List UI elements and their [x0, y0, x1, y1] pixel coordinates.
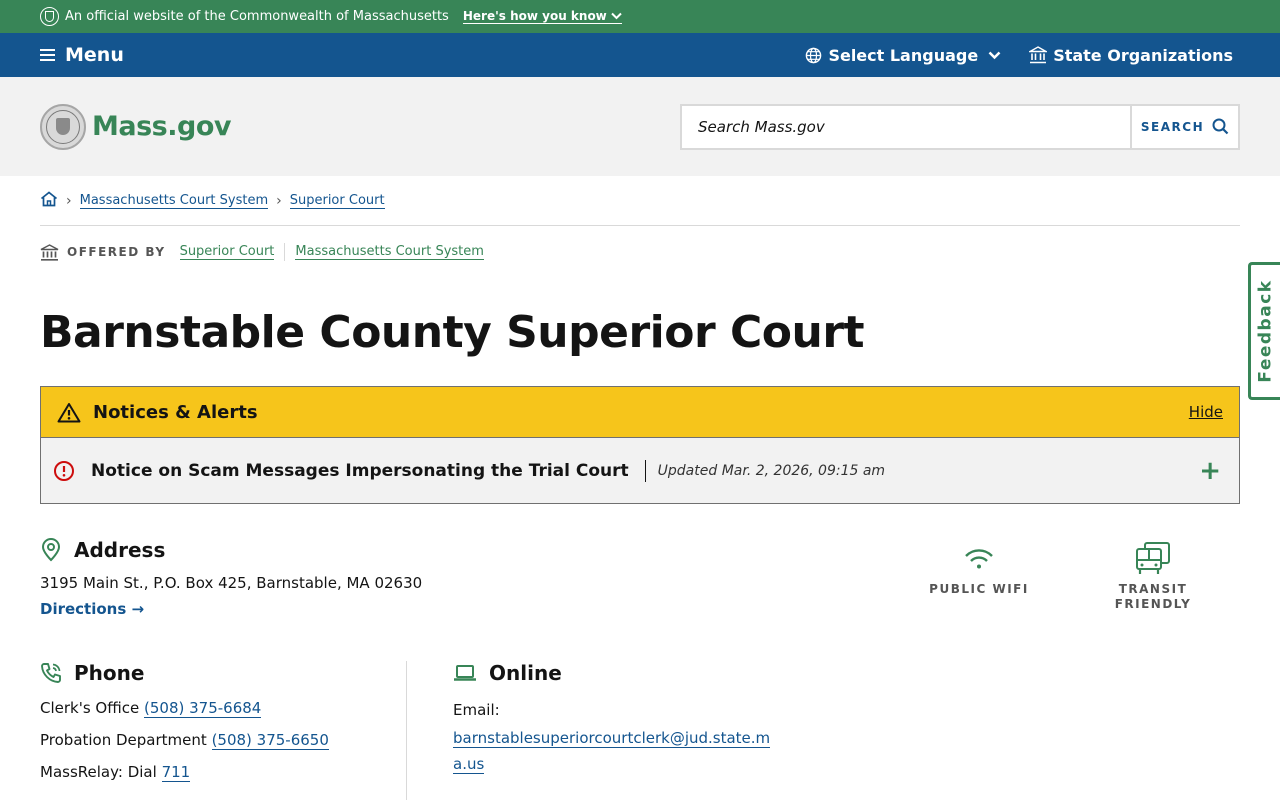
- phone-label: MassRelay: Dial: [40, 763, 157, 781]
- phone-link-clerk[interactable]: (508) 375-6684: [144, 699, 262, 718]
- offered-by: OFFERED BY Superior Court Massachusetts …: [40, 226, 1240, 278]
- phone-label: Probation Department: [40, 731, 207, 749]
- offered-by-court-system[interactable]: Massachusetts Court System: [295, 244, 484, 260]
- mass-gov-logo[interactable]: Mass.gov: [40, 103, 231, 150]
- search-button-label: SEARCH: [1140, 119, 1205, 134]
- official-banner: An official website of the Commonwealth …: [0, 0, 1280, 33]
- email-label: Email:: [453, 701, 500, 719]
- select-language-button[interactable]: Select Language: [805, 46, 1001, 65]
- notices-alerts: Notices & Alerts Hide Notice on Scam Mes…: [40, 386, 1240, 504]
- phone-link-massrelay[interactable]: 711: [161, 763, 191, 782]
- seal-icon: [40, 7, 59, 26]
- how-you-know-link[interactable]: Here's how you know: [462, 9, 622, 24]
- how-you-know-label: Here's how you know: [462, 9, 607, 23]
- amenity-label: TRANSIT FRIENDLY: [1114, 582, 1192, 611]
- divider: [284, 243, 286, 261]
- menu-label: Menu: [65, 44, 124, 66]
- amenity-public-wifi: PUBLIC WIFI: [892, 536, 1066, 612]
- official-text: An official website of the Commonwealth …: [65, 9, 449, 24]
- divider: [644, 459, 646, 482]
- phone-link-probation[interactable]: (508) 375-6650: [211, 731, 329, 750]
- feedback-label: Feedback: [1255, 279, 1276, 383]
- state-organizations-button[interactable]: State Organizations: [1029, 46, 1233, 65]
- alerts-title: Notices & Alerts: [93, 401, 258, 423]
- directions-link[interactable]: Directions →: [40, 600, 144, 618]
- phone-label: Clerk's Office: [40, 699, 140, 717]
- alert-updated: Updated Mar. 2, 2026, 09:15 am: [657, 462, 886, 479]
- wifi-icon: [965, 549, 993, 569]
- phone-entry-massrelay: MassRelay: Dial 711: [40, 763, 406, 782]
- map-pin-icon: [41, 538, 61, 562]
- search-icon: [1212, 118, 1229, 135]
- online-section: Online Email: barnstablesuperiorcourtcle…: [407, 661, 773, 800]
- language-label: Select Language: [828, 45, 979, 65]
- contact-section: Phone Clerk's Office (508) 375-6684 Prob…: [40, 661, 1240, 800]
- hamburger-icon: [40, 49, 55, 61]
- breadcrumb: › Massachusetts Court System › Superior …: [40, 176, 1240, 226]
- chevron-down-icon: [988, 51, 1001, 59]
- amenities: PUBLIC WIFI TRANSIT FRIENDLY: [892, 536, 1240, 612]
- menu-button[interactable]: Menu: [40, 44, 124, 66]
- address-title: Address: [74, 538, 166, 562]
- amenity-transit-friendly: TRANSIT FRIENDLY: [1066, 536, 1240, 612]
- phone-entry-clerk: Clerk's Office (508) 375-6684: [40, 699, 406, 718]
- main-nav: Menu Select Language State Organizations: [0, 33, 1280, 77]
- alert-item[interactable]: Notice on Scam Messages Impersonating th…: [41, 438, 1239, 503]
- offered-by-superior-court[interactable]: Superior Court: [179, 244, 275, 260]
- organizations-label: State Organizations: [1053, 45, 1233, 65]
- phone-title: Phone: [74, 661, 145, 685]
- warning-icon: [57, 402, 81, 422]
- feedback-tab[interactable]: Feedback: [1248, 262, 1280, 400]
- alert-title: Notice on Scam Messages Impersonating th…: [91, 460, 629, 481]
- search-button[interactable]: SEARCH: [1130, 105, 1238, 148]
- breadcrumb-court-system[interactable]: Massachusetts Court System: [79, 193, 269, 209]
- search-input[interactable]: [682, 105, 1130, 148]
- alert-circle-icon: [54, 460, 74, 481]
- phone-entry-probation: Probation Department (508) 375-6650: [40, 731, 406, 750]
- offered-by-label: OFFERED BY: [67, 245, 166, 259]
- phone-icon: [41, 663, 61, 683]
- alerts-header: Notices & Alerts Hide: [41, 387, 1239, 438]
- state-seal-icon: [40, 103, 86, 150]
- email-link-wrap: barnstablesuperiorcourtclerk@jud.state.m…: [453, 725, 773, 777]
- site-header: Mass.gov SEARCH: [0, 77, 1280, 176]
- bus-icon: [1136, 542, 1170, 574]
- email-link[interactable]: barnstablesuperiorcourtclerk@jud.state.m…: [453, 729, 771, 774]
- page-title: Barnstable County Superior Court: [40, 307, 865, 358]
- search-form: SEARCH: [680, 103, 1240, 150]
- building-icon: [1029, 46, 1048, 64]
- breadcrumb-superior-court[interactable]: Superior Court: [289, 193, 385, 209]
- laptop-icon: [454, 665, 476, 681]
- address-section: Address 3195 Main St., P.O. Box 425, Bar…: [40, 538, 1240, 633]
- amenity-label: PUBLIC WIFI: [929, 582, 1029, 596]
- chevron-right-icon: ›: [66, 192, 72, 209]
- chevron-down-icon: [611, 12, 622, 20]
- chevron-right-icon: ›: [276, 192, 282, 209]
- phone-section: Phone Clerk's Office (508) 375-6684 Prob…: [40, 661, 407, 800]
- globe-icon: [806, 47, 822, 63]
- home-icon[interactable]: [40, 190, 58, 211]
- logo-text: Mass.gov: [92, 111, 231, 142]
- expand-plus-icon[interactable]: +: [1199, 456, 1221, 486]
- online-title: Online: [489, 661, 562, 685]
- building-icon: [40, 243, 59, 261]
- hide-alerts-button[interactable]: Hide: [1189, 403, 1223, 421]
